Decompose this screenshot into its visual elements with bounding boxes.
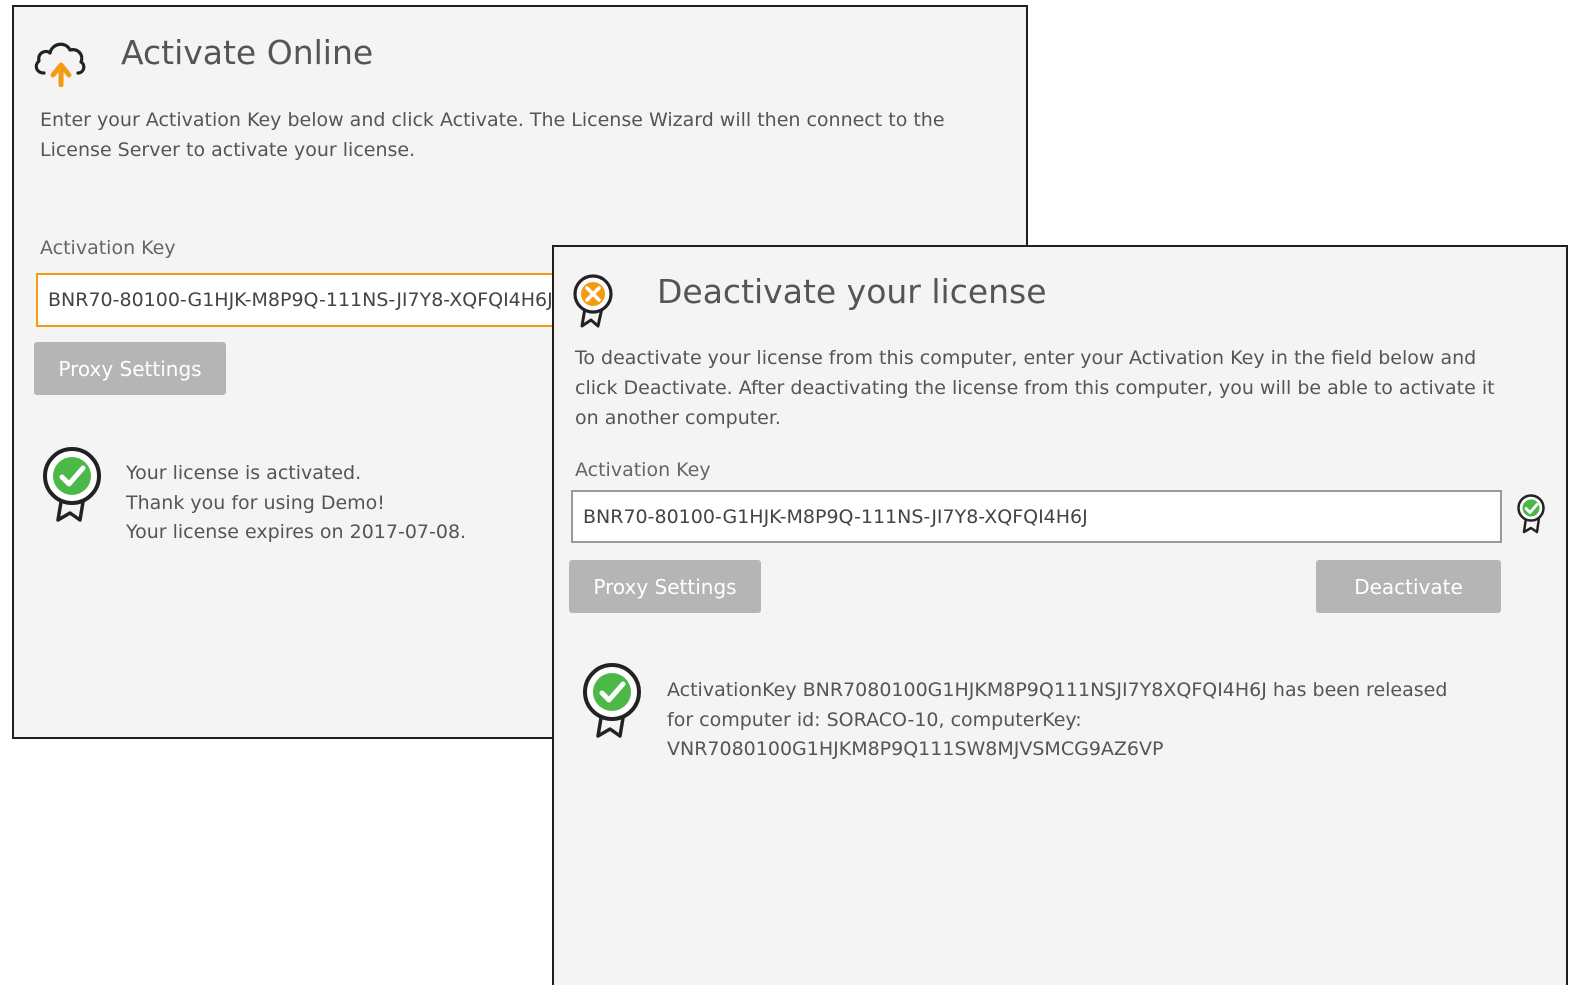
proxy-settings-button[interactable]: Proxy Settings [569,560,761,613]
status-line: ActivationKey BNR7080100G1HJKM8P9Q111NSJ… [667,679,1448,701]
status-line: Your license is activated. [126,462,362,484]
page-title: Deactivate your license [657,272,1047,311]
deactivate-button[interactable]: Deactivate [1316,560,1501,613]
certificate-x-icon [573,274,613,328]
status-line: VNR7080100G1HJKM8P9Q111SW8MJVSMCG9AZ6VP [667,738,1164,760]
page-title: Activate Online [121,33,374,72]
cloud-upload-icon [34,42,86,87]
status-line: for computer id: SORACO-10, computerKey: [667,708,1082,731]
activation-key-label: Activation Key [40,237,176,259]
certificate-check-icon [583,663,641,738]
certificate-check-icon [1517,494,1545,534]
certificate-check-icon [43,447,101,522]
activation-status-text: Your license is activated. Thank you for… [126,459,466,548]
instructions-text: Enter your Activation Key below and clic… [40,109,945,161]
activation-key-input[interactable]: BNR70-80100-G1HJK-M8P9Q-111NS-JI7Y8-XQFQ… [571,490,1502,543]
status-line: Thank you for using Demo! [126,491,385,514]
deactivation-status-text: ActivationKey BNR7080100G1HJKM8P9Q111NSJ… [667,676,1447,765]
activation-key-label: Activation Key [575,459,711,481]
proxy-settings-button[interactable]: Proxy Settings [34,342,226,395]
instructions-text: To deactivate your license from this com… [575,347,1495,429]
status-line: Your license expires on 2017-07-08. [126,521,467,543]
deactivate-license-panel: Deactivate your license To deactivate yo… [552,245,1568,985]
